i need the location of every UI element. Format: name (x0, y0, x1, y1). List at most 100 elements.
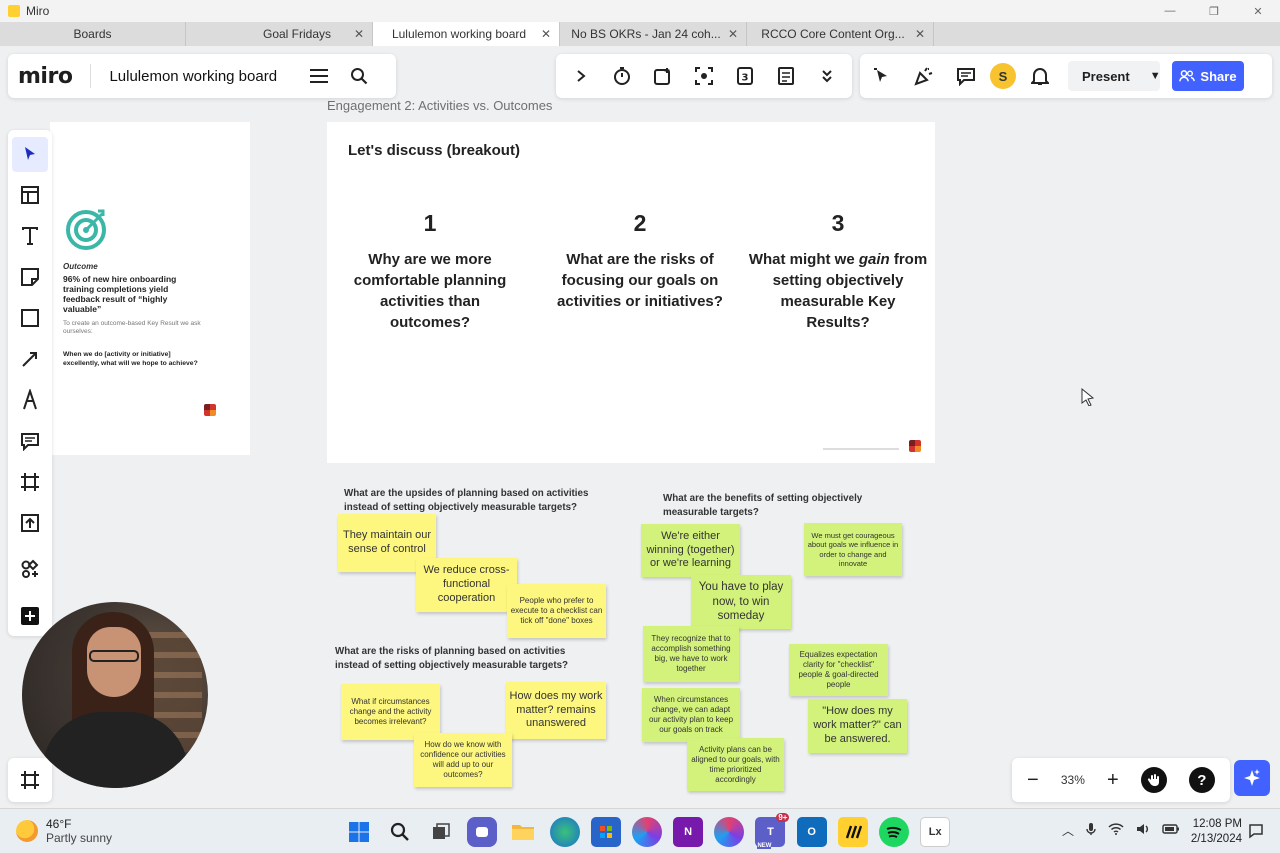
system-clock[interactable]: 12:08 PM 2/13/2024 (1190, 817, 1242, 847)
sticky-note[interactable]: They recognize that to accomplish someth… (643, 626, 739, 682)
sticky-note[interactable]: People who prefer to execute to a checkl… (507, 584, 606, 638)
chevron-right-icon[interactable] (563, 58, 599, 94)
upsides-section-title[interactable]: What are the upsides of planning based o… (344, 487, 614, 515)
onenote-icon[interactable]: N (673, 817, 704, 847)
focus-icon[interactable] (686, 58, 722, 94)
chevron-up-icon[interactable]: ︿ (1062, 822, 1074, 839)
tab-close-icon[interactable]: ✕ (915, 27, 925, 41)
tab-boards[interactable]: Boards (0, 22, 186, 46)
windows-start-icon[interactable] (344, 817, 374, 847)
outlook-icon[interactable]: O (796, 817, 827, 847)
sticky-note-tool-icon[interactable] (12, 259, 48, 295)
teams-icon[interactable]: T 9+ NEW (755, 813, 790, 849)
zoom-in-button[interactable]: + (1107, 769, 1119, 792)
connector-tool-icon[interactable] (12, 341, 48, 377)
restore-button[interactable]: ❐ (1192, 0, 1236, 22)
window-titlebar: Miro — ❐ ✕ (0, 0, 1280, 22)
hand-pointer-icon[interactable] (1140, 767, 1167, 793)
tab-no-bs-okrs[interactable]: No BS OKRs - Jan 24 coh... ✕ (560, 22, 747, 46)
outcome-slide-frame[interactable]: Outcome 96% of new hire onboarding train… (50, 122, 250, 455)
apps-tool-icon[interactable] (12, 551, 48, 587)
battery-icon[interactable] (1162, 823, 1180, 838)
notes-icon[interactable] (768, 58, 804, 94)
share-button[interactable]: Share (1172, 61, 1244, 91)
copilot-icon[interactable] (714, 817, 745, 847)
weather-widget[interactable]: 46°F Partly sunny (16, 817, 112, 845)
frame-title[interactable]: Engagement 2: Activities vs. Outcomes (327, 98, 552, 113)
zoom-out-button[interactable]: − (1027, 769, 1039, 792)
os-taskbar: 46°F Partly sunny N T 9+ NEW O Lx ︿ 12:0… (0, 808, 1280, 853)
tab-lululemon-working-board[interactable]: Lululemon working board ✕ (373, 22, 560, 46)
chevron-double-down-icon[interactable] (809, 58, 845, 94)
discussion-slide-frame[interactable]: Let's discuss (breakout) 1 Why are we mo… (327, 122, 935, 463)
sticky-note[interactable]: We're either winning (together) or we're… (641, 524, 740, 577)
help-button[interactable]: ? (1188, 767, 1215, 793)
copilot-icon[interactable] (631, 817, 662, 847)
sticky-note[interactable]: When circumstances change, we can adapt … (642, 688, 740, 742)
sticky-note[interactable]: How do we know with confidence our activ… (414, 733, 512, 787)
chevron-down-icon[interactable]: ▼ (1150, 70, 1161, 82)
select-tool-icon[interactable] (12, 136, 48, 173)
notification-center-icon[interactable] (1248, 823, 1264, 839)
risks-section-title[interactable]: What are the risks of planning based on … (335, 645, 593, 673)
voting-icon[interactable] (645, 58, 681, 94)
user-avatar[interactable]: S (990, 63, 1016, 89)
sticky-note[interactable]: Equalizes expectation clarity for "check… (789, 644, 888, 696)
volume-icon[interactable] (1136, 823, 1150, 838)
more-tools-icon[interactable] (12, 598, 48, 634)
bell-icon[interactable] (1022, 58, 1058, 94)
sticky-note[interactable]: We reduce cross-functional cooperation (416, 558, 517, 612)
zoom-level[interactable]: 33% (1061, 773, 1085, 787)
menu-icon[interactable] (299, 58, 339, 94)
countdown-icon[interactable]: 3 (727, 58, 763, 94)
cursor-select-icon[interactable] (864, 58, 900, 94)
comments-icon[interactable] (948, 58, 984, 94)
sticky-note[interactable]: How does my work matter? remains unanswe… (506, 682, 606, 739)
frame-tool-icon[interactable] (12, 464, 48, 500)
clock-time: 12:08 PM (1192, 818, 1242, 830)
sticky-note[interactable]: We must get courageous about goals we in… (804, 523, 902, 576)
tab-close-icon[interactable]: ✕ (728, 27, 738, 41)
board-name[interactable]: Lululemon working board (109, 68, 277, 85)
tab-rcco-core-content[interactable]: RCCO Core Content Org... ✕ (747, 22, 934, 46)
comment-tool-icon[interactable] (12, 423, 48, 459)
teams-chat-icon[interactable] (467, 817, 498, 847)
sticky-note[interactable]: "How does my work matter?" can be answer… (808, 699, 907, 753)
spotify-icon[interactable] (879, 817, 910, 847)
wifi-icon[interactable] (1108, 823, 1124, 838)
pen-tool-icon[interactable] (12, 382, 48, 418)
share-toolbar: S Present ▼ Share (860, 54, 1272, 98)
microphone-icon[interactable] (1086, 822, 1096, 839)
present-button[interactable]: Present ▼ (1068, 61, 1161, 91)
upload-tool-icon[interactable] (12, 505, 48, 541)
tab-goal-fridays[interactable]: Goal Fridays ✕ (186, 22, 373, 46)
microsoft-store-icon[interactable] (590, 817, 621, 847)
header-divider (90, 64, 92, 88)
tab-close-icon[interactable]: ✕ (541, 27, 551, 41)
close-window-button[interactable]: ✕ (1236, 0, 1280, 22)
lx-app-icon[interactable]: Lx (920, 817, 951, 847)
miro-logo[interactable]: miro (18, 64, 73, 89)
search-icon[interactable] (385, 817, 415, 847)
minimize-button[interactable]: — (1148, 0, 1192, 22)
file-explorer-icon[interactable] (508, 817, 538, 847)
ai-sparkle-icon[interactable] (1234, 760, 1270, 796)
outcome-subtext: To create an outcome-based Key Result we… (63, 320, 201, 335)
benefits-section-title[interactable]: What are the benefits of setting objecti… (663, 492, 893, 520)
sticky-note[interactable]: You have to play now, to win someday (691, 575, 791, 629)
sticky-note[interactable]: What if circumstances change and the act… (341, 684, 440, 740)
system-tray: ︿ (1056, 822, 1186, 839)
webcam-video-bubble[interactable] (22, 602, 208, 788)
templates-icon[interactable] (12, 177, 48, 213)
sticky-note[interactable]: Activity plans can be aligned to our goa… (687, 738, 784, 791)
miro-taskbar-icon[interactable] (837, 817, 868, 847)
shape-tool-icon[interactable] (12, 300, 48, 336)
edge-browser-icon[interactable] (549, 817, 580, 847)
board-canvas[interactable]: miro Lululemon working board 3 S Present… (0, 46, 1280, 808)
search-icon[interactable] (339, 58, 379, 94)
timer-icon[interactable] (604, 58, 640, 94)
tab-close-icon[interactable]: ✕ (354, 27, 364, 41)
reactions-icon[interactable] (906, 58, 942, 94)
task-view-icon[interactable] (426, 817, 456, 847)
text-tool-icon[interactable] (12, 218, 48, 254)
